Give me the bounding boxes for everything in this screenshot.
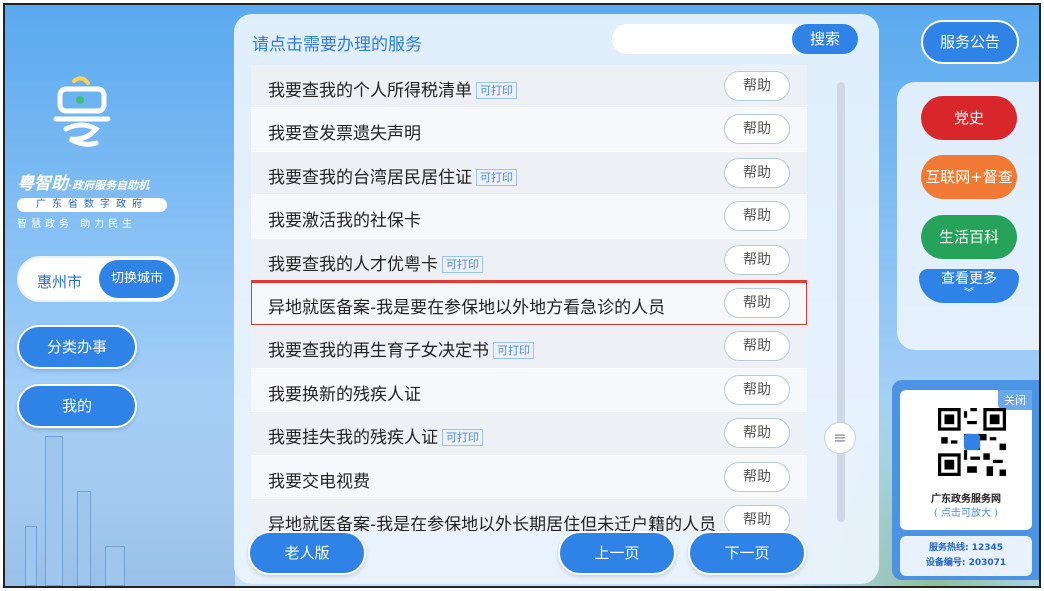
service-label: 我要查我的个人所得税清单	[268, 81, 472, 101]
close-button[interactable]: 关闭	[998, 390, 1032, 410]
help-button[interactable]: 帮助	[724, 461, 790, 492]
service-label: 我要换新的残疾人证	[268, 384, 421, 405]
service-label: 我要查发票遗失声明	[268, 124, 421, 145]
printable-badge: 可打印	[476, 168, 517, 186]
prev-page-button[interactable]: 上一页	[558, 531, 676, 575]
service-label: 异地就医备案-我是要在参保地以外地方看急诊的人员	[268, 297, 666, 318]
service-label: 我要激活我的社保卡	[268, 211, 421, 232]
service-list: 我要查我的个人所得税清单 可打印 帮助 我要查发票遗失声明 帮助 我要查我的台湾居…	[251, 65, 807, 531]
help-button[interactable]: 帮助	[724, 418, 790, 449]
scrollbar-track[interactable]	[837, 82, 845, 522]
list-item[interactable]: 我要挂失我的残疾人证 可打印 帮助	[251, 412, 807, 456]
help-button[interactable]: 帮助	[724, 244, 790, 275]
city-selector: 惠州市 切换城市	[17, 256, 179, 302]
search-input[interactable]	[622, 28, 782, 50]
device-info: 服务热线: 12345 设备编号: 203071	[900, 536, 1032, 576]
elderly-mode-button[interactable]: 老人版	[248, 531, 366, 575]
scrollbar-handle-icon[interactable]: ≡	[824, 422, 856, 454]
brand-suffix: ·政府服务自助机	[68, 179, 150, 192]
search-button[interactable]: 搜索	[792, 24, 858, 54]
help-button[interactable]: 帮助	[724, 114, 790, 145]
help-button[interactable]: 帮助	[724, 157, 790, 188]
list-item[interactable]: 我要查我的台湾居民居住证 可打印 帮助	[251, 151, 807, 196]
list-item[interactable]: 我要查我的人才优粤卡 可打印 帮助	[251, 238, 807, 282]
printable-badge: 可打印	[442, 255, 483, 273]
service-label: 异地就医备案-我是在参保地以外长期居住但未迁户籍的人员	[268, 514, 717, 531]
printable-badge: 可打印	[442, 429, 483, 447]
list-item[interactable]: 我要查我的个人所得税清单 可打印 帮助	[251, 65, 807, 109]
view-more-label: 查看更多	[941, 271, 997, 287]
view-more-button[interactable]: 查看更多 ︾	[919, 269, 1019, 303]
service-label: 我要挂失我的残疾人证	[268, 428, 438, 449]
chevron-down-icon: ︾	[964, 288, 974, 299]
list-item[interactable]: 我要查发票遗失声明 帮助	[251, 108, 807, 152]
party-history-button[interactable]: 党史	[921, 96, 1017, 140]
list-item[interactable]: 异地就医备案-我是在参保地以外长期居住但未迁户籍的人员 帮助	[251, 498, 807, 531]
service-list-panel: 请点击需要办理的服务 搜索 我要查我的个人所得税清单 可打印 帮助 我要查发票遗失…	[234, 14, 879, 584]
hotline-text: 服务热线: 12345	[928, 543, 1004, 553]
help-button[interactable]: 帮助	[724, 504, 790, 531]
help-button[interactable]: 帮助	[724, 374, 790, 405]
help-button[interactable]: 帮助	[724, 71, 790, 101]
help-button[interactable]: 帮助	[724, 201, 790, 232]
switch-city-button[interactable]: 切换城市	[99, 260, 175, 298]
service-label: 我要查我的人才优粤卡	[268, 254, 438, 275]
current-city: 惠州市	[37, 273, 83, 291]
list-item[interactable]: 我要交电视费 帮助	[251, 455, 807, 499]
next-page-button[interactable]: 下一页	[688, 531, 806, 575]
life-encyclopedia-button[interactable]: 生活百科	[921, 215, 1017, 259]
list-item[interactable]: 我要换新的残疾人证 帮助	[251, 368, 807, 413]
qr-card[interactable]: 关闭 广东政务服务网 ( 点击可放大 ) 服务热线: 12345 设备编号: 2…	[892, 380, 1039, 580]
qr-code-icon	[938, 408, 1006, 476]
category-services-button[interactable]: 分类办事	[17, 325, 137, 369]
search-bar: 搜索	[612, 24, 858, 54]
brand-block: 粤智助·政府服务自助机 广东省数字政府 智慧政务 助力民生	[17, 169, 177, 230]
help-button[interactable]: 帮助	[724, 287, 790, 318]
printable-badge: 可打印	[476, 82, 517, 99]
printable-badge: 可打印	[493, 342, 534, 360]
service-label: 我要交电视费	[268, 471, 370, 492]
brand-slogan: 智慧政务 助力民生	[17, 219, 137, 230]
internet-supervision-button[interactable]: 互联网+督查	[921, 155, 1017, 199]
qr-hint: ( 点击可放大 )	[933, 508, 999, 519]
service-label: 我要查我的再生育子女决定书	[268, 341, 489, 362]
logo-icon	[53, 76, 111, 147]
brand-name: 粤智助	[17, 174, 68, 194]
list-item[interactable]: 我要查我的再生育子女决定书 可打印 帮助	[251, 325, 807, 369]
qr-title: 广东政务服务网	[931, 494, 1001, 505]
device-id-text: 设备编号: 203071	[925, 558, 1007, 568]
kiosk-screen: 粤智助·政府服务自助机 广东省数字政府 智慧政务 助力民生 惠州市 切换城市 分…	[3, 3, 1041, 588]
brand-subtitle: 广东省数字政府	[17, 198, 167, 212]
my-button[interactable]: 我的	[17, 384, 137, 428]
help-button[interactable]: 帮助	[724, 331, 790, 362]
quick-links-panel: 党史 互联网+督查 生活百科 查看更多 ︾	[897, 82, 1039, 350]
service-label: 我要查我的台湾居民居住证	[268, 167, 472, 188]
service-notice-button[interactable]: 服务公告	[921, 20, 1019, 64]
list-item[interactable]: 我要激活我的社保卡 帮助	[251, 195, 807, 239]
list-item-highlighted[interactable]: 异地就医备案-我是要在参保地以外地方看急诊的人员 帮助	[251, 279, 807, 328]
panel-title: 请点击需要办理的服务	[252, 35, 422, 55]
